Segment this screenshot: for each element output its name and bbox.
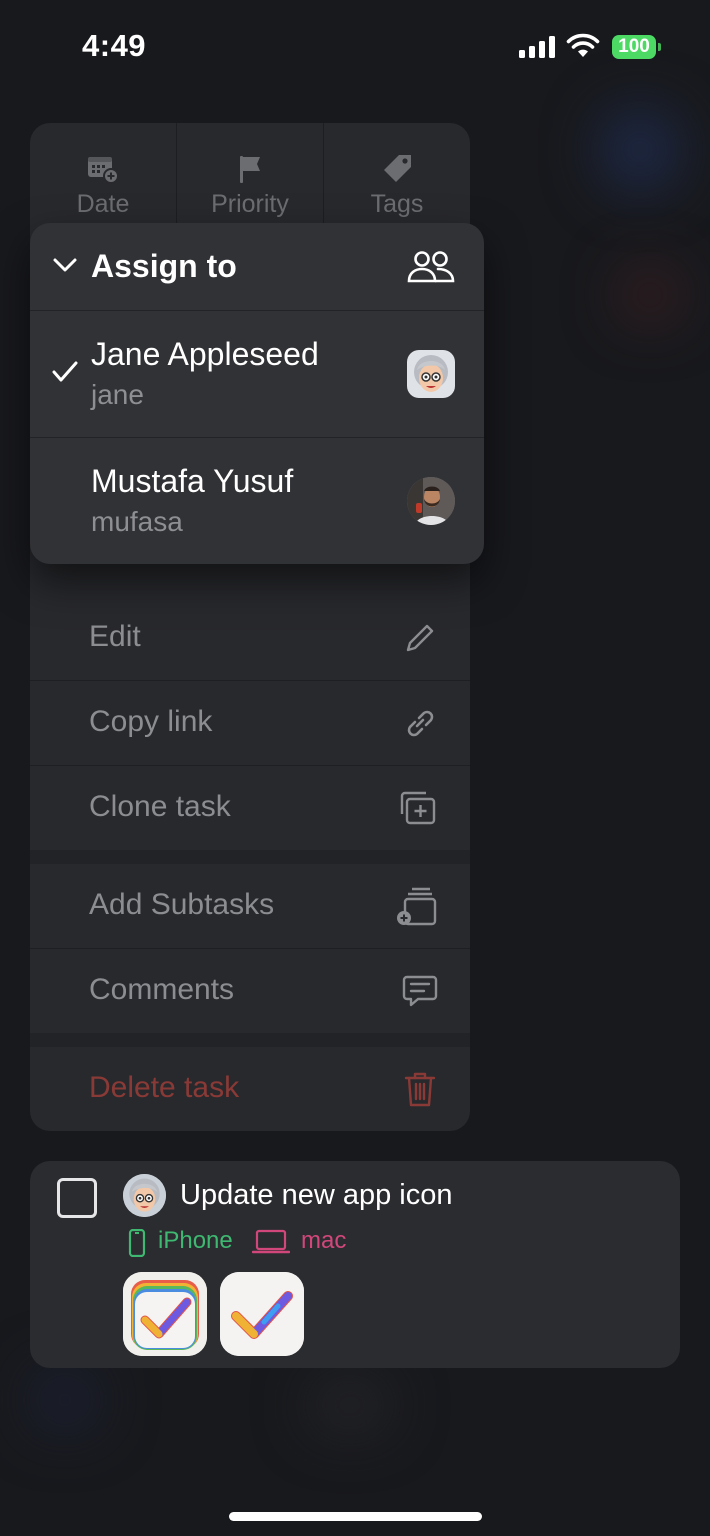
avatar [407,350,455,398]
background-blur [30,1370,100,1430]
trash-icon [404,1072,436,1107]
priority-button[interactable]: Priority [177,123,323,233]
delete-task-menu-item[interactable]: Delete task [30,1047,470,1131]
link-icon [407,710,434,737]
add-subtasks-label: Add Subtasks [89,888,275,921]
chevron-down-icon [53,258,77,272]
app-icon-image [220,1272,304,1356]
assign-to-title: Assign to [91,248,237,284]
status-time: 4:49 [82,28,147,63]
wifi-icon [566,33,600,57]
battery-tip [658,43,661,51]
date-label: Date [76,190,130,218]
menu-group-separator [30,1033,470,1047]
background-blur [620,270,680,320]
assign-to-header[interactable]: Assign to [30,223,484,310]
edit-menu-item[interactable]: Edit [30,596,470,680]
assignee-option[interactable]: Mustafa Yusuf mufasa [30,438,484,564]
assign-to-submenu: Assign to Jane Appleseed jane Mustafa Yu… [30,223,484,564]
comments-menu-item[interactable]: Comments [30,949,470,1033]
comment-icon [402,975,438,1007]
battery-indicator: 100 [612,35,656,59]
task-checkbox[interactable] [57,1178,97,1218]
avatar [407,477,455,525]
flag-icon [240,156,260,183]
pencil-icon [406,624,434,652]
assignee-username: jane [91,379,144,410]
checkmark-icon [52,361,78,382]
assignee-name: Mustafa Yusuf [91,463,294,499]
copy-link-menu-item[interactable]: Copy link [30,681,470,765]
background-blur [310,1380,390,1430]
tags-label: Tags [370,190,424,218]
tag-label: iPhone [158,1227,233,1254]
task-title: Update new app icon [180,1179,453,1211]
tag-label: mac [301,1227,347,1254]
assignee-option[interactable]: Jane Appleseed jane [30,311,484,437]
tag-icon [384,155,411,182]
attachment-thumbnail[interactable] [123,1272,207,1356]
duplicate-icon [400,791,436,825]
date-button[interactable]: Date [30,123,176,233]
menu-group-separator [30,850,470,864]
edit-label: Edit [89,620,141,653]
clone-task-menu-item[interactable]: Clone task [30,766,470,850]
priority-label: Priority [211,190,289,218]
quick-actions-toolbar: Date Priority Tags [30,123,470,233]
copy-link-label: Copy link [89,705,213,738]
assignee-name: Jane Appleseed [91,336,319,372]
delete-task-label: Delete task [89,1071,240,1104]
tags-button[interactable]: Tags [324,123,470,233]
calendar-icon [88,157,119,184]
people-icon [407,251,455,283]
app-icon-image [123,1272,207,1356]
assignee-username: mufasa [91,506,183,537]
task-card[interactable]: Update new app icon iPhone mac [30,1161,680,1368]
phone-icon [128,1229,146,1257]
home-indicator[interactable] [229,1512,482,1521]
clone-task-label: Clone task [89,790,231,823]
avatar [123,1174,166,1217]
comments-label: Comments [89,973,235,1006]
cellular-signal-icon [519,36,555,58]
background-blur [600,110,680,190]
add-subtasks-menu-item[interactable]: Add Subtasks [30,864,470,948]
laptop-icon [252,1229,290,1254]
add-subtasks-icon [397,887,437,926]
attachment-thumbnail[interactable] [220,1272,304,1356]
